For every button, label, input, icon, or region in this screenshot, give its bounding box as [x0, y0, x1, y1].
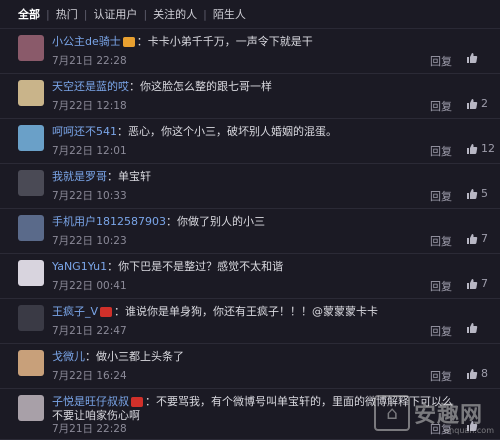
- like-count: 5: [481, 187, 488, 200]
- watermark-logo-icon: ⌂: [374, 395, 410, 431]
- like-count: 8: [481, 367, 488, 380]
- comment-username[interactable]: YaNG1Yu1: [52, 260, 107, 273]
- comment-row: 呵呵还不541：恶心，你这个小三，破坏别人婚姻的混蛋。 7月22日 12:01 回复…: [0, 119, 500, 164]
- reply-button[interactable]: 回复: [430, 368, 452, 384]
- like-button[interactable]: 12: [466, 142, 495, 155]
- comment-time: 7月21日 22:28: [52, 423, 127, 435]
- comment-username[interactable]: 戈微儿: [52, 350, 85, 363]
- comment-text: ：恶心，你这个小三，破坏别人婚姻的混蛋。: [117, 125, 337, 138]
- comment-time: 7月22日 00:41: [52, 280, 127, 292]
- comment-line: 我就是罗哥：单宝轩: [52, 168, 151, 184]
- avatar[interactable]: [18, 35, 44, 61]
- comment-text: ：你下巴是不是整过？感觉不太和谐: [107, 260, 284, 273]
- comment-line: 天空还是蓝的哎：你这脸怎么整的跟七哥一样: [52, 78, 272, 94]
- reply-button[interactable]: 回复: [430, 98, 452, 114]
- comment-time: 7月22日 10:23: [52, 235, 127, 247]
- reply-button[interactable]: 回复: [430, 143, 452, 159]
- flag-icon: [100, 307, 113, 317]
- tab-4[interactable]: 陌生人: [207, 6, 252, 22]
- thumbs-up-icon: [467, 233, 478, 244]
- comment-time: 7月22日 16:24: [52, 370, 127, 382]
- comment-text: ：单宝轩: [107, 170, 151, 183]
- like-count: 2: [481, 97, 488, 110]
- flag-icon: [131, 397, 143, 407]
- thumbs-up-icon: [467, 143, 478, 154]
- avatar[interactable]: [18, 215, 44, 241]
- avatar[interactable]: [18, 80, 44, 106]
- thumbs-up-icon: [467, 368, 478, 379]
- like-button[interactable]: [466, 322, 481, 334]
- comment-line: 呵呵还不541：恶心，你这个小三，破坏别人婚姻的混蛋。: [52, 123, 337, 139]
- like-button[interactable]: 5: [466, 187, 488, 200]
- site-watermark: ⌂ 安趣网 anquan.com: [374, 393, 494, 435]
- like-count: 7: [481, 232, 488, 245]
- tab-0[interactable]: 全部: [18, 6, 46, 22]
- avatar[interactable]: [18, 170, 44, 196]
- comment-line: 戈微儿：做小三都上头条了: [52, 348, 184, 364]
- thumbs-up-icon: [467, 98, 478, 109]
- comment-username[interactable]: 呵呵还不541: [52, 125, 117, 138]
- avatar[interactable]: [18, 260, 44, 286]
- watermark-url: anquan.com: [444, 426, 494, 435]
- tab-1[interactable]: 热门: [50, 6, 84, 22]
- comment-row: 小公主de骑士 ：卡卡小弟千千万，一声令下就是干 7月21日 22:28 回复: [0, 29, 500, 74]
- reply-button[interactable]: 回复: [430, 323, 452, 339]
- reply-button[interactable]: 回复: [430, 278, 452, 294]
- comment-username[interactable]: 天空还是蓝的哎: [52, 80, 129, 93]
- comment-text: ：做小三都上头条了: [85, 350, 184, 363]
- comment-row: 戈微儿：做小三都上头条了 7月22日 16:24 回复 8: [0, 344, 500, 389]
- reply-button[interactable]: 回复: [430, 53, 452, 69]
- comment-text: ：你做了别人的小三: [166, 215, 265, 228]
- avatar[interactable]: [18, 350, 44, 376]
- comment-text: ：谁说你是单身狗，你还有王疯子！！！@蒙蒙蒙卡卡: [114, 305, 379, 318]
- comment-time: 7月21日 22:28: [52, 55, 127, 67]
- like-count: 12: [481, 142, 495, 155]
- comment-line: 小公主de骑士 ：卡卡小弟千千万，一声令下就是干: [52, 33, 313, 49]
- like-button[interactable]: 7: [466, 277, 488, 290]
- comment-username[interactable]: 手机用户1812587903: [52, 215, 166, 228]
- avatar[interactable]: [18, 395, 44, 421]
- comment-time: 7月22日 12:01: [52, 145, 127, 157]
- comment-text: ：卡卡小弟千千万，一声令下就是干: [136, 35, 313, 48]
- comment-list: 小公主de骑士 ：卡卡小弟千千万，一声令下就是干 7月21日 22:28 回复 天空还是…: [0, 29, 500, 440]
- comment-username[interactable]: 王疯子_V: [52, 305, 98, 318]
- comment-username[interactable]: 我就是罗哥: [52, 170, 107, 183]
- vip-badge-icon: [122, 37, 135, 47]
- like-button[interactable]: 7: [466, 232, 488, 245]
- comment-line: YaNG1Yu1：你下巴是不是整过？感觉不太和谐: [52, 258, 283, 274]
- filter-tabs: 全部 | 热门 | 认证用户 | 关注的人 | 陌生人: [0, 0, 500, 29]
- like-button[interactable]: 8: [466, 367, 488, 380]
- comment-username[interactable]: 小公主de骑士: [52, 35, 121, 48]
- comment-time: 7月22日 12:18: [52, 100, 127, 112]
- comment-line: 王疯子_V ：谁说你是单身狗，你还有王疯子！！！@蒙蒙蒙卡卡: [52, 303, 378, 319]
- comment-text: ：你这脸怎么整的跟七哥一样: [129, 80, 272, 93]
- tab-2[interactable]: 认证用户: [87, 6, 143, 22]
- comment-row: 我就是罗哥：单宝轩 7月22日 10:33 回复 5: [0, 164, 500, 209]
- thumbs-up-icon: [467, 278, 478, 289]
- thumbs-up-icon: [467, 53, 478, 63]
- comment-row: 天空还是蓝的哎：你这脸怎么整的跟七哥一样 7月22日 12:18 回复 2: [0, 74, 500, 119]
- reply-button[interactable]: 回复: [430, 188, 452, 204]
- like-button[interactable]: [466, 52, 481, 64]
- watermark-text: 安趣网: [414, 403, 484, 428]
- comment-row: YaNG1Yu1：你下巴是不是整过？感觉不太和谐 7月22日 00:41 回复 7: [0, 254, 500, 299]
- reply-button[interactable]: 回复: [430, 233, 452, 249]
- like-button[interactable]: 2: [466, 97, 488, 110]
- comment-time: 7月22日 10:33: [52, 190, 127, 202]
- like-count: 7: [481, 277, 488, 290]
- avatar[interactable]: [18, 305, 44, 331]
- thumbs-up-icon: [467, 188, 478, 199]
- comment-row: 王疯子_V ：谁说你是单身狗，你还有王疯子！！！@蒙蒙蒙卡卡 7月21日 22:47…: [0, 299, 500, 344]
- comment-line: 手机用户1812587903：你做了别人的小三: [52, 213, 265, 229]
- avatar[interactable]: [18, 125, 44, 151]
- comment-row: 手机用户1812587903：你做了别人的小三 7月22日 10:23 回复 7: [0, 209, 500, 254]
- tab-3[interactable]: 关注的人: [147, 6, 203, 22]
- thumbs-up-icon: [467, 323, 478, 333]
- comment-time: 7月21日 22:47: [52, 325, 127, 337]
